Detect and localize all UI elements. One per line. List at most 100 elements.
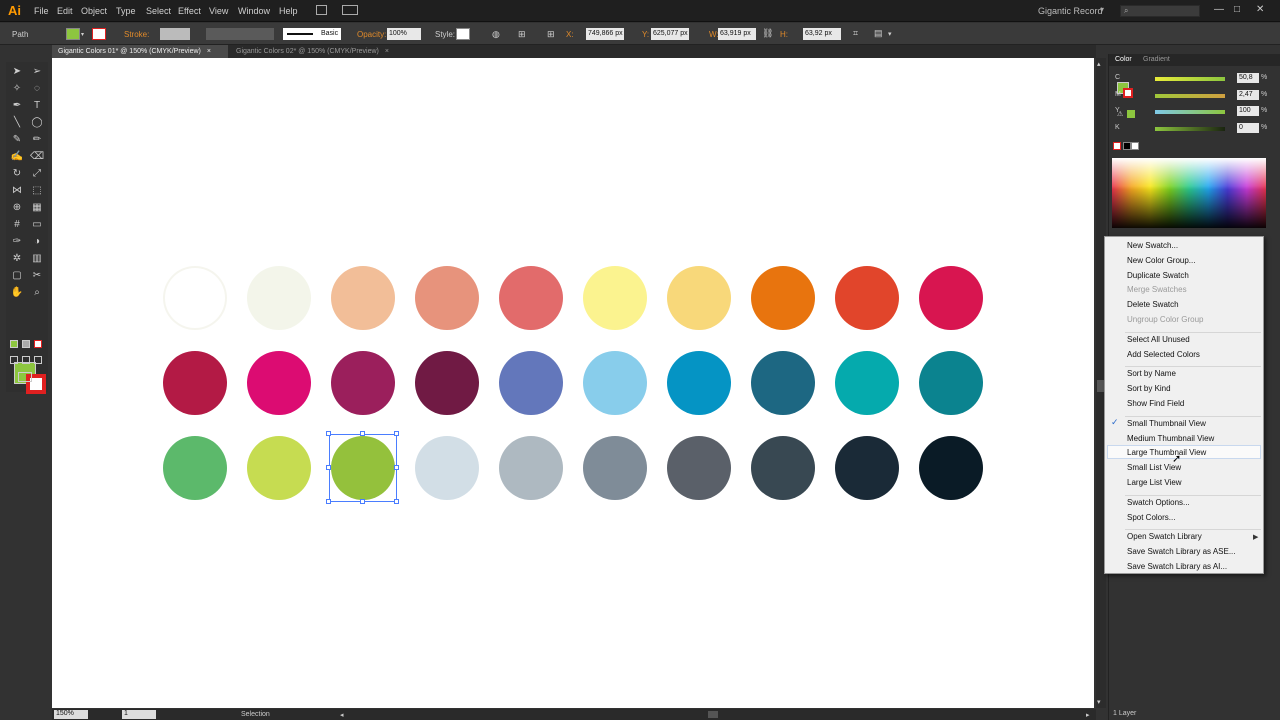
h-field[interactable]: 63,92 px xyxy=(803,28,841,40)
color-spectrum[interactable] xyxy=(1112,158,1266,228)
black-field[interactable]: 0 xyxy=(1237,123,1259,133)
y-field[interactable]: 625,077 px xyxy=(651,28,689,40)
color-swatch[interactable] xyxy=(751,351,815,415)
color-swatch[interactable] xyxy=(751,436,815,500)
selection-bounding-box[interactable] xyxy=(329,434,397,502)
resize-handle[interactable] xyxy=(326,499,331,504)
magenta-slider[interactable] xyxy=(1155,94,1225,98)
reference-point-icon[interactable]: ⊞ xyxy=(547,29,555,40)
resize-handle[interactable] xyxy=(326,431,331,436)
hscroll-thumb[interactable] xyxy=(708,711,718,718)
menu-item-sort-by-kind[interactable]: Sort by Kind xyxy=(1127,384,1171,393)
color-swatch[interactable] xyxy=(667,436,731,500)
chevron-down-icon[interactable]: ▾ xyxy=(1100,5,1104,14)
menu-edit[interactable]: Edit xyxy=(57,6,73,16)
color-swatch[interactable] xyxy=(667,266,731,330)
ellipse-tool-icon[interactable]: ◯ xyxy=(30,117,44,129)
workspace-switcher[interactable]: Gigantic Record xyxy=(1038,6,1103,16)
tab-gigantic-colors-02[interactable]: Gigantic Colors 02* @ 150% (CMYK/Preview… xyxy=(230,45,410,58)
color-swatch[interactable] xyxy=(583,436,647,500)
menu-file[interactable]: File xyxy=(34,6,49,16)
line-tool-icon[interactable]: ╲ xyxy=(10,117,24,129)
eyedropper-tool-icon[interactable]: ✑ xyxy=(10,236,24,248)
isolate-icon[interactable]: ▤ xyxy=(874,28,883,39)
transform-icon[interactable]: ⌗ xyxy=(853,28,858,39)
slice-tool-icon[interactable]: ✂ xyxy=(30,270,44,282)
direct-selection-tool-icon[interactable]: ➢ xyxy=(30,66,44,78)
resize-handle[interactable] xyxy=(326,465,331,470)
menu-object[interactable]: Object xyxy=(81,6,107,16)
pen-tool-icon[interactable]: ✒ xyxy=(10,100,24,112)
artboard-navigator[interactable]: 1 xyxy=(122,710,156,719)
rotate-tool-icon[interactable]: ↻ xyxy=(10,168,24,180)
menu-item-select-all-unused[interactable]: Select All Unused xyxy=(1127,335,1190,344)
tab-gigantic-colors-01[interactable]: Gigantic Colors 01* @ 150% (CMYK/Preview… xyxy=(52,45,228,58)
menu-item-save-swatch-library-as-ase[interactable]: Save Swatch Library as ASE... xyxy=(1127,547,1236,556)
chevron-right-icon[interactable]: ▸ xyxy=(1086,711,1090,719)
chevron-down-icon[interactable]: ▾ xyxy=(81,31,84,38)
color-swatch[interactable] xyxy=(247,436,311,500)
column-graph-tool-icon[interactable]: ▥ xyxy=(30,253,44,265)
black-slider[interactable] xyxy=(1155,127,1225,131)
menu-item-large-list-view[interactable]: Large List View xyxy=(1127,478,1182,487)
resize-handle[interactable] xyxy=(394,431,399,436)
blob-brush-tool-icon[interactable]: ✍ xyxy=(10,151,24,163)
menu-item-save-swatch-library-as-ai[interactable]: Save Swatch Library as AI... xyxy=(1127,562,1227,571)
color-swatch[interactable] xyxy=(415,436,479,500)
color-swatch[interactable] xyxy=(499,266,563,330)
menu-effect[interactable]: Effect xyxy=(178,6,201,16)
scroll-down-icon[interactable]: ▾ xyxy=(1097,698,1101,706)
free-transform-tool-icon[interactable]: ⬚ xyxy=(30,185,44,197)
gradient-tool-icon[interactable]: ▭ xyxy=(30,219,44,231)
scroll-up-icon[interactable]: ▴ xyxy=(1097,60,1101,68)
arrange-documents-icon[interactable] xyxy=(342,5,358,15)
chevron-down-icon[interactable]: ▾ xyxy=(888,30,892,38)
align-to-icon[interactable]: ⊞ xyxy=(518,29,526,40)
width-tool-icon[interactable]: ⋈ xyxy=(10,185,24,197)
color-swatch[interactable] xyxy=(919,266,983,330)
hand-tool-icon[interactable]: ✋ xyxy=(10,287,24,299)
mesh-tool-icon[interactable]: # xyxy=(10,219,24,231)
color-swatch[interactable] xyxy=(415,266,479,330)
menu-window[interactable]: Window xyxy=(238,6,270,16)
brush-field[interactable]: Basic xyxy=(283,28,341,40)
tab-gradient[interactable]: Gradient xyxy=(1143,56,1170,63)
magic-wand-tool-icon[interactable]: ✧ xyxy=(10,83,24,95)
shape-builder-tool-icon[interactable]: ⊕ xyxy=(10,202,24,214)
menu-item-show-find-field[interactable]: Show Find Field xyxy=(1127,399,1184,408)
menu-select[interactable]: Select xyxy=(146,6,171,16)
lasso-tool-icon[interactable]: ◌ xyxy=(30,83,44,95)
artboard-tool-icon[interactable]: ▢ xyxy=(10,270,24,282)
stroke-label[interactable]: Stroke: xyxy=(124,30,149,39)
draw-normal-icon[interactable] xyxy=(10,356,18,364)
color-swatch[interactable] xyxy=(499,351,563,415)
blend-tool-icon[interactable]: ◑ xyxy=(30,236,44,248)
color-swatch[interactable] xyxy=(835,436,899,500)
cyan-slider[interactable] xyxy=(1155,77,1225,81)
black-swatch[interactable] xyxy=(1123,142,1131,150)
color-swatch[interactable] xyxy=(835,351,899,415)
color-swatch[interactable] xyxy=(331,266,395,330)
yellow-field[interactable]: 100 xyxy=(1237,106,1259,116)
color-swatch[interactable] xyxy=(163,436,227,500)
yellow-slider[interactable] xyxy=(1155,110,1225,114)
color-mode-button[interactable] xyxy=(10,340,18,348)
color-swatch[interactable] xyxy=(499,436,563,500)
color-swatch[interactable] xyxy=(835,266,899,330)
none-swatch[interactable] xyxy=(1113,142,1121,150)
minimize-button[interactable]: — xyxy=(1214,4,1224,15)
none-mode-button[interactable] xyxy=(34,340,42,348)
menu-item-spot-colors[interactable]: Spot Colors... xyxy=(1127,513,1175,522)
white-swatch[interactable] xyxy=(1131,142,1139,150)
color-swatch[interactable] xyxy=(583,351,647,415)
color-swatch[interactable] xyxy=(919,351,983,415)
link-icon[interactable]: ⛓ xyxy=(762,28,773,39)
close-icon[interactable]: × xyxy=(385,48,389,55)
gradient-mode-button[interactable] xyxy=(22,340,30,348)
current-tool-label[interactable]: Selection xyxy=(241,711,270,718)
x-field[interactable]: 749,866 px xyxy=(586,28,624,40)
menu-item-duplicate-swatch[interactable]: Duplicate Swatch xyxy=(1127,271,1189,280)
menu-view[interactable]: View xyxy=(209,6,228,16)
close-button[interactable]: ✕ xyxy=(1256,4,1264,15)
menu-item-medium-thumbnail-view[interactable]: Medium Thumbnail View xyxy=(1127,434,1214,443)
